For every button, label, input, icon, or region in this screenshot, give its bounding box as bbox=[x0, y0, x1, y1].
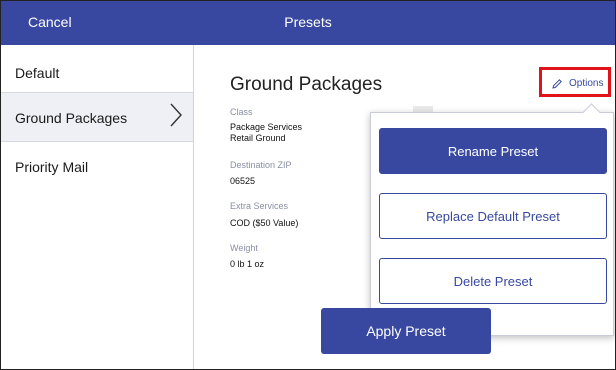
popup-arrow bbox=[582, 103, 601, 122]
sidebar-item-ground-packages[interactable]: Ground Packages bbox=[1, 93, 193, 141]
class-label: Class bbox=[230, 107, 253, 117]
options-label: Options bbox=[569, 78, 604, 89]
rename-preset-button[interactable]: Rename Preset bbox=[379, 128, 607, 174]
extra-services-value: COD ($50 Value) bbox=[230, 218, 299, 228]
sidebar-item-label: Priority Mail bbox=[15, 159, 89, 175]
class-value-line1: Package Services bbox=[230, 122, 303, 132]
header-bar: Cancel Presets bbox=[1, 1, 615, 45]
class-value-line2: Retail Ground bbox=[230, 133, 286, 143]
sidebar-item-priority-mail[interactable]: Priority Mail bbox=[1, 141, 193, 185]
delete-preset-button[interactable]: Delete Preset bbox=[379, 258, 607, 304]
extra-services-label: Extra Services bbox=[230, 201, 289, 211]
chevron-right-icon bbox=[170, 103, 182, 127]
options-menu: Rename Preset Replace Default Preset Del… bbox=[370, 103, 614, 336]
sidebar-item-default[interactable]: Default bbox=[1, 45, 193, 91]
apply-preset-button[interactable]: Apply Preset bbox=[321, 308, 491, 354]
destination-zip-label: Destination ZIP bbox=[230, 160, 292, 170]
sidebar-item-label: Ground Packages bbox=[15, 110, 128, 126]
preset-detail: Ground Packages Class Package Services R… bbox=[194, 45, 615, 369]
page-title: Presets bbox=[284, 14, 332, 30]
preset-title: Ground Packages bbox=[230, 74, 383, 95]
replace-default-preset-button[interactable]: Replace Default Preset bbox=[379, 193, 607, 239]
presets-screen: Cancel Presets Default Ground Packages P… bbox=[0, 0, 616, 370]
weight-label: Weight bbox=[230, 243, 258, 253]
preset-list: Default Ground Packages Priority Mail bbox=[1, 45, 194, 369]
weight-value: 0 lb 1 oz bbox=[230, 259, 265, 269]
sidebar-item-label: Default bbox=[15, 65, 60, 81]
options-button[interactable]: Options bbox=[539, 67, 611, 97]
destination-zip-value: 06525 bbox=[230, 176, 256, 186]
pencil-icon bbox=[552, 79, 562, 89]
